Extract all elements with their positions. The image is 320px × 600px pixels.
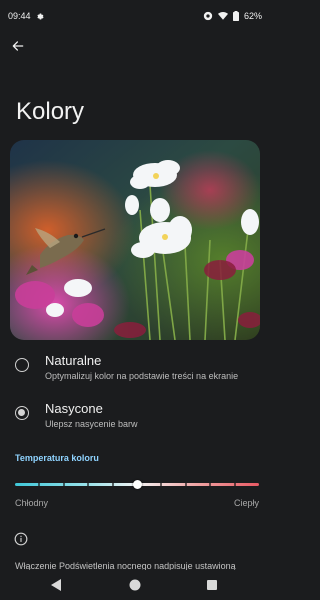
slider-tick xyxy=(209,483,212,486)
slider-tick xyxy=(38,483,41,486)
option-saturated-title: Nasycone xyxy=(45,401,103,416)
battery-icon xyxy=(232,11,239,21)
slider-tick xyxy=(184,483,187,486)
navigation-bar xyxy=(0,570,270,600)
home-circle-icon[interactable] xyxy=(127,577,143,593)
gear-icon xyxy=(36,12,45,21)
slider-min-label: Chłodny xyxy=(15,498,49,508)
option-saturated[interactable]: Nasycone Ulepsz nasycenie barw xyxy=(0,398,270,442)
slider-thumb[interactable] xyxy=(132,480,142,489)
info-icon xyxy=(14,532,28,546)
battery-percent: 62% xyxy=(243,11,262,21)
radio-saturated[interactable] xyxy=(15,406,29,420)
color-temperature-slider[interactable] xyxy=(15,478,259,492)
slider-tick xyxy=(160,483,163,486)
eye-icon xyxy=(203,11,213,21)
slider-tick xyxy=(62,483,65,486)
slider-tick xyxy=(87,483,90,486)
page-title: Kolory xyxy=(16,98,85,125)
slider-tick xyxy=(233,483,236,486)
status-time: 09:44 xyxy=(8,11,31,21)
option-saturated-subtitle: Ulepsz nasycenie barw xyxy=(45,419,138,429)
option-natural[interactable]: Naturalne Optymalizuj kolor na podstawie… xyxy=(0,350,270,394)
status-bar: 09:44 62% xyxy=(0,0,270,32)
option-natural-subtitle: Optymalizuj kolor na podstawie treści na… xyxy=(45,371,239,381)
option-natural-title: Naturalne xyxy=(45,353,102,368)
back-button[interactable] xyxy=(6,34,30,58)
arrow-left-icon xyxy=(12,41,24,51)
back-triangle-icon[interactable] xyxy=(48,577,64,593)
hummingbird-flowers-image xyxy=(10,140,260,340)
slider-tick xyxy=(111,483,114,486)
radio-natural[interactable] xyxy=(15,358,29,372)
wifi-icon xyxy=(217,11,228,21)
color-temperature-label: Temperatura koloru xyxy=(15,453,99,463)
recents-square-icon[interactable] xyxy=(204,577,220,593)
slider-max-label: Ciepły xyxy=(233,498,259,508)
